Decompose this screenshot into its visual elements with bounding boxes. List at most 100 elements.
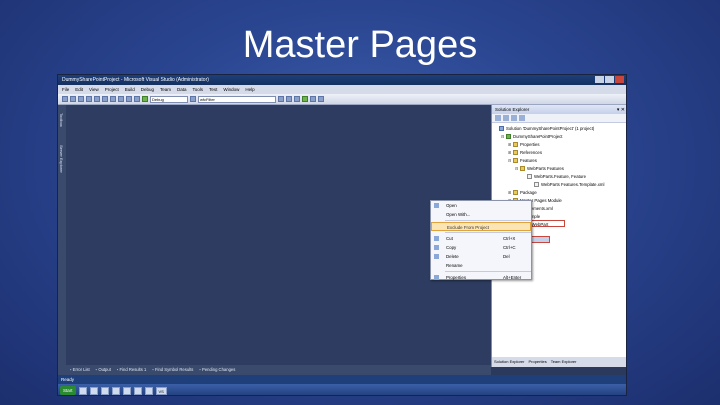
find-icon[interactable] [190,96,196,102]
context-menu-label: Rename [446,263,463,268]
context-menu-item[interactable]: Open With... [431,210,531,219]
taskbar-vs-item[interactable]: VS [155,386,167,395]
pin-close-icon[interactable]: ▾ ✕ [617,106,625,115]
outlook-icon[interactable] [133,386,142,395]
menu-separator [445,232,531,233]
menu-item-file[interactable]: File [62,85,69,94]
save-icon[interactable] [86,96,92,102]
tree-node-label: Solution 'DummySharePointProject' (1 pro… [506,126,595,131]
tab-pending-changes[interactable]: Pending Changes [199,365,235,375]
standard-toolbar: Debug wfcFilter [58,94,626,105]
menu-bar: File Edit View Project Build Debug Team Data Too… [58,85,626,94]
view-code-icon[interactable] [519,115,525,121]
tab-output[interactable]: Output [96,365,111,375]
solution-explorer-icon[interactable] [278,96,284,102]
context-menu-label: Copy [446,245,457,250]
tree-node[interactable]: ⊟ DummySharePointProject [492,133,626,141]
object-browser-icon[interactable] [294,96,300,102]
context-menu-label: Cut [446,236,453,241]
toolbox-tab[interactable]: Toolbox [59,113,64,127]
extension-manager-icon[interactable] [310,96,316,102]
context-menu-item[interactable]: Open [431,201,531,210]
tab-properties[interactable]: Properties [528,357,546,367]
menu-item-build[interactable]: Build [125,85,135,94]
context-menu: Open Open With... Exclude From Project Cut C… [430,200,532,280]
menu-item-test[interactable]: Test [209,85,217,94]
find-combo[interactable]: wfcFilter [198,95,276,103]
windows-taskbar: Start VS [58,384,626,395]
tree-node[interactable]: ⊞ Properties [492,141,626,149]
new-project-icon[interactable] [62,96,68,102]
refresh-icon[interactable] [511,115,517,121]
cut-icon[interactable] [102,96,108,102]
start-button[interactable]: Start [60,386,76,395]
left-tool-rail: Toolbox Server Explorer [58,105,66,385]
minimize-button[interactable] [595,76,604,83]
server-explorer-tab[interactable]: Server Explorer [59,145,64,173]
tree-node[interactable]: ⊟ Features [492,157,626,165]
context-menu-item[interactable]: Exclude From Project [431,222,531,231]
context-menu-item[interactable]: Properties Alt+Enter [431,273,531,282]
tree-node-label: Package [520,190,537,195]
tree-node[interactable]: ⊞ References [492,149,626,157]
close-button[interactable] [615,76,624,83]
maximize-button[interactable] [605,76,614,83]
file-icon [527,174,532,180]
context-menu-label: Exclude From Project [447,225,489,230]
explorer-icon[interactable] [78,386,87,395]
media-icon[interactable] [100,386,109,395]
context-menu-item[interactable]: Delete Del [431,252,531,261]
tab-solution-explorer[interactable]: Solution Explorer [494,357,524,367]
paste-icon[interactable] [118,96,124,102]
start-debugging-icon[interactable] [142,96,148,102]
menu-separator [445,271,531,272]
context-menu-item[interactable]: Cut Ctrl+X [431,234,531,243]
add-item-icon[interactable] [70,96,76,102]
tree-node[interactable]: Solution 'DummySharePointProject' (1 pro… [492,125,626,133]
open-file-icon[interactable] [78,96,84,102]
properties-icon[interactable] [495,115,501,121]
tree-node-label: References [520,150,542,155]
tree-node[interactable]: WebParts Features.Template.xml [492,181,626,189]
menu-item-window[interactable]: Window [223,85,239,94]
show-all-files-icon[interactable] [503,115,509,121]
save-all-icon[interactable] [94,96,100,102]
menu-item-edit[interactable]: Edit [75,85,83,94]
redo-icon[interactable] [134,96,140,102]
tab-find-results-1[interactable]: Find Results 1 [117,365,147,375]
copy-icon [434,245,439,250]
vs-icon[interactable] [122,386,131,395]
undo-icon[interactable] [126,96,132,102]
toolbox-icon[interactable] [302,96,308,102]
tree-node[interactable]: WebParts.Feature, Feature [492,173,626,181]
context-menu-item[interactable]: Copy Ctrl+C [431,243,531,252]
tab-error-list[interactable]: Error List [70,365,90,375]
menu-item-tools[interactable]: Tools [193,85,204,94]
menu-item-view[interactable]: View [89,85,99,94]
menu-item-team[interactable]: Team [160,85,171,94]
project-icon [506,134,511,140]
context-menu-label: Delete [446,254,459,259]
menu-item-help[interactable]: Help [245,85,254,94]
status-bar: Ready [58,375,626,384]
context-menu-shortcut: Del [503,254,510,259]
configuration-select[interactable]: Debug [150,95,188,103]
copy-icon[interactable] [110,96,116,102]
menu-item-data[interactable]: Data [177,85,187,94]
powershell-icon[interactable] [144,386,153,395]
context-menu-item[interactable]: Rename [431,261,531,270]
folder-icon[interactable] [111,386,120,395]
properties-window-icon[interactable] [286,96,292,102]
context-menu-label: Open With... [446,212,471,217]
tree-node[interactable]: ⊞ Package [492,189,626,197]
folder-icon [513,142,518,148]
options-icon[interactable] [318,96,324,102]
tab-team-explorer[interactable]: Team Explorer [551,357,577,367]
tab-find-symbol-results[interactable]: Find Symbol Results [152,365,193,375]
menu-item-project[interactable]: Project [105,85,119,94]
status-text: Ready [61,377,75,382]
ie-icon[interactable] [89,386,98,395]
solution-explorer-title: Solution Explorer [495,107,530,112]
tree-node[interactable]: ⊟ WebParts Features [492,165,626,173]
menu-item-debug[interactable]: Debug [141,85,154,94]
